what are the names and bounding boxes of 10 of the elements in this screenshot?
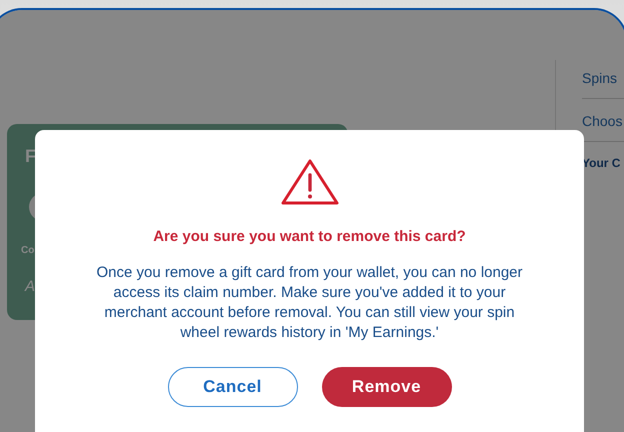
card-label: Co	[21, 245, 34, 256]
card-note: A	[25, 278, 36, 295]
dialog-message: Once you remove a gift card from your wallet, you can no longer access its claim number. Make sure you've added it to your merchant account before removal. You can still view your spin wheel rewards history in 'My Earnings.'	[95, 263, 524, 343]
sidebar-heading: Your C	[582, 155, 622, 172]
warning-icon	[280, 158, 340, 206]
sidebar-link[interactable]: Spins	[582, 64, 624, 99]
dialog-title: Are you sure you want to remove this card?	[153, 228, 466, 245]
card-title: F	[25, 146, 36, 167]
remove-button[interactable]: Remove	[322, 367, 452, 407]
cancel-button[interactable]: Cancel	[168, 367, 298, 407]
